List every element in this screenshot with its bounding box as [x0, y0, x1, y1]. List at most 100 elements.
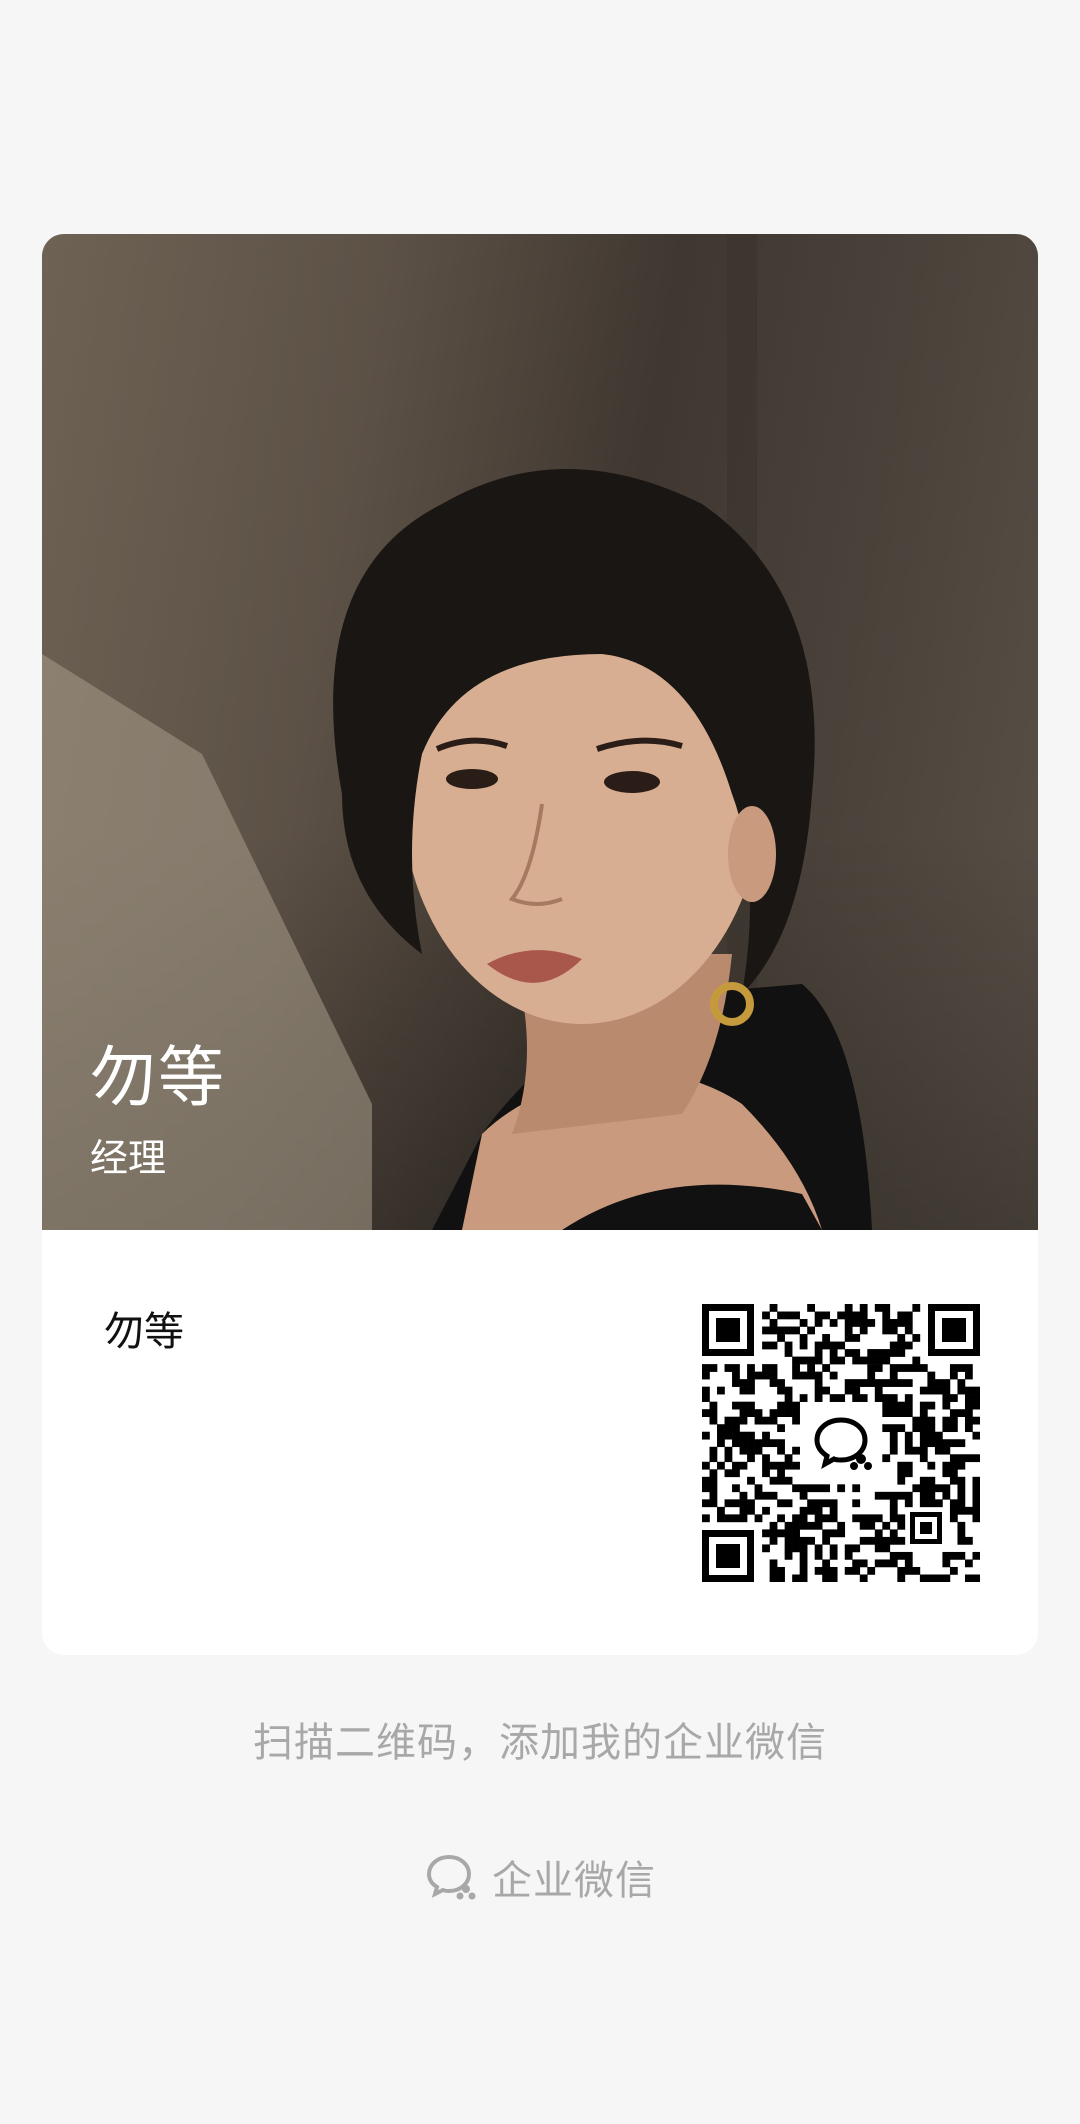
qr-module — [964, 1424, 973, 1433]
qr-module — [822, 1574, 831, 1583]
qr-module — [949, 1371, 958, 1380]
qr-module — [799, 1521, 808, 1530]
qr-module — [844, 1566, 853, 1575]
qr-module — [829, 1551, 838, 1560]
qr-module — [814, 1386, 823, 1395]
qr-module — [844, 1386, 853, 1395]
qr-module — [822, 1334, 831, 1342]
qr-module — [889, 1491, 898, 1500]
qr-module — [709, 1364, 718, 1372]
qr-module — [777, 1461, 785, 1470]
qr-module — [882, 1559, 891, 1568]
qr-module — [799, 1356, 808, 1365]
qr-module — [784, 1536, 793, 1545]
qr-module — [949, 1499, 958, 1508]
qr-module — [942, 1491, 951, 1500]
qr-module — [927, 1386, 936, 1395]
brand-label: 企业微信 — [492, 1858, 656, 1904]
qr-module — [957, 1454, 966, 1463]
qr-module — [897, 1311, 906, 1320]
qr-module — [777, 1476, 785, 1485]
qr-module — [927, 1574, 936, 1583]
qr-module — [807, 1326, 815, 1335]
qr-module — [792, 1529, 800, 1538]
qr-module — [957, 1499, 966, 1508]
qr-module — [874, 1529, 883, 1538]
qr-module — [904, 1461, 913, 1470]
qr-module — [882, 1544, 891, 1553]
qr-module — [889, 1439, 898, 1448]
qr-module — [799, 1544, 808, 1553]
qr-module — [949, 1514, 958, 1523]
qr-module — [867, 1356, 876, 1365]
qr-module — [972, 1491, 981, 1500]
qr-module — [724, 1514, 733, 1523]
qr-module — [822, 1499, 831, 1508]
qr-module — [889, 1551, 898, 1560]
qr-module — [867, 1536, 876, 1545]
qr-module — [732, 1371, 740, 1380]
qr-module — [777, 1566, 785, 1575]
qr-module — [882, 1491, 891, 1500]
qr-module — [784, 1461, 793, 1470]
qr-module — [739, 1386, 748, 1395]
qr-module — [934, 1431, 943, 1440]
qr-module — [949, 1454, 958, 1463]
qr-module — [889, 1364, 898, 1372]
qr-module — [769, 1559, 778, 1568]
qr-module — [724, 1364, 733, 1372]
qr-module — [822, 1566, 831, 1575]
qr-module — [777, 1529, 785, 1538]
qr-module — [762, 1364, 770, 1372]
qr-module — [799, 1574, 808, 1583]
qr-module — [709, 1446, 718, 1455]
qr-module — [792, 1446, 800, 1455]
contact-name: 勿等 — [104, 1309, 184, 1355]
qr-module — [739, 1499, 748, 1508]
qr-module — [852, 1319, 861, 1327]
qr-module — [807, 1356, 815, 1365]
qr-module — [852, 1544, 861, 1553]
qr-code[interactable] — [702, 1304, 981, 1583]
qr-module — [904, 1559, 913, 1568]
qr-module — [709, 1401, 718, 1410]
qr-module — [919, 1476, 928, 1485]
qr-module — [814, 1514, 823, 1523]
qr-module — [807, 1506, 815, 1515]
qr-module — [792, 1536, 800, 1545]
qr-module — [859, 1326, 868, 1335]
qr-module — [739, 1379, 748, 1387]
qr-module — [739, 1401, 748, 1410]
qr-module — [897, 1319, 906, 1327]
qr-module — [732, 1461, 740, 1470]
qr-module — [942, 1574, 951, 1583]
qr-module — [792, 1514, 800, 1523]
qr-module — [777, 1439, 785, 1448]
qr-module — [784, 1341, 793, 1350]
qr-code-graphic — [702, 1304, 981, 1583]
qr-module — [762, 1416, 770, 1425]
qr-module — [919, 1424, 928, 1433]
qr-module — [859, 1521, 868, 1530]
qr-finder-top-right — [928, 1304, 980, 1356]
qr-module — [702, 1514, 710, 1523]
qr-module — [747, 1379, 755, 1387]
qr-module — [904, 1499, 913, 1508]
qr-module — [799, 1394, 808, 1402]
qr-module — [904, 1409, 913, 1417]
qr-module — [709, 1476, 718, 1485]
qr-module — [919, 1431, 928, 1440]
qr-module — [829, 1529, 838, 1538]
qr-module — [972, 1514, 981, 1523]
qr-module — [897, 1514, 906, 1523]
qr-module — [889, 1319, 898, 1327]
qr-module — [784, 1551, 793, 1560]
qr-module — [927, 1484, 936, 1493]
brand-footer: 企业微信 — [0, 1848, 1080, 1906]
qr-module — [897, 1521, 906, 1530]
qr-module — [814, 1506, 823, 1515]
qr-module — [957, 1536, 966, 1545]
qr-module — [897, 1409, 906, 1417]
qr-module — [852, 1379, 861, 1387]
qr-module — [709, 1491, 718, 1500]
